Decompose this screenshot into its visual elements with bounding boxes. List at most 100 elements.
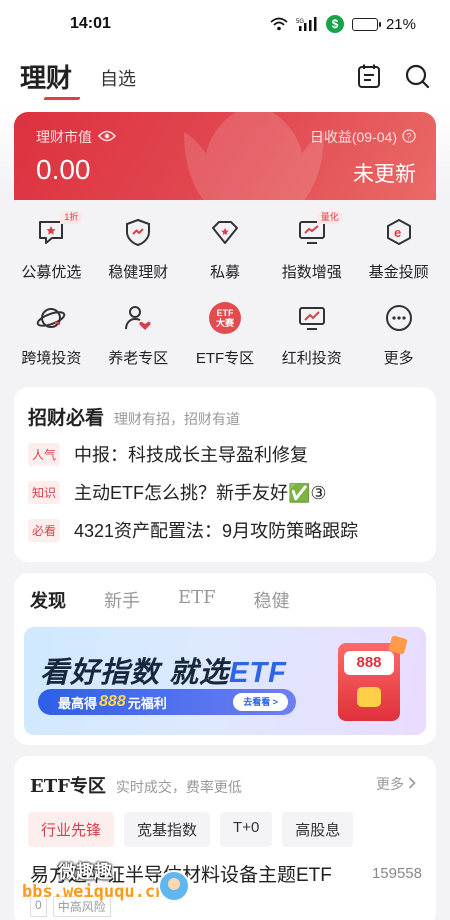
wifi-icon: [270, 17, 288, 31]
asset-value-label: 理财市值: [36, 127, 117, 147]
tip-row[interactable]: 必看 4321资产配置法：9月攻防策略跟踪: [28, 517, 358, 543]
grid-item-etf-zone[interactable]: ETF 大赛 ETF专区: [182, 291, 269, 377]
status-bar: 14:01 5G $ 21%: [0, 0, 450, 48]
tab-steady[interactable]: 稳健: [254, 587, 290, 613]
grid-item-private-fund[interactable]: 私募: [182, 205, 269, 291]
fund-code: 159558: [371, 865, 422, 882]
diamond-icon: [208, 215, 242, 249]
etf-more-link[interactable]: 更多: [376, 774, 416, 794]
etf-contest-badge: ETF 大赛: [208, 302, 241, 334]
discover-card: 发现 新手 ETF 稳健 看好指数 就选ETF 最高得 888 元福利 去看看 …: [14, 573, 436, 745]
eye-icon[interactable]: [97, 129, 117, 145]
chevron-right-icon: [408, 776, 416, 792]
tip-tag: 知识: [28, 480, 61, 504]
hexagon-e-icon: e: [382, 215, 416, 249]
etf-badge-icon: ETF 大赛: [208, 301, 242, 335]
chip-t0[interactable]: T+0: [220, 812, 273, 847]
grid-label: ETF专区: [195, 350, 255, 367]
svg-text:5G: 5G: [296, 19, 304, 25]
grid-label: 稳健理财: [108, 264, 169, 281]
banner-bar-suffix: 元福利: [127, 695, 167, 711]
grid-item-more[interactable]: 更多: [355, 291, 442, 377]
etf-zone-subtitle: 实时成交，费率更低: [115, 779, 242, 795]
discover-tabs: 发现 新手 ETF 稳健: [30, 587, 290, 613]
battery-icon: [351, 17, 381, 31]
grid-label: 私募: [209, 264, 240, 281]
coin-icon: [357, 687, 381, 707]
status-time: 14:01: [70, 15, 111, 32]
tips-subtitle: 理财有招，招财有道: [114, 411, 241, 427]
search-icon[interactable]: [404, 63, 430, 89]
calendar-list-icon[interactable]: [356, 63, 382, 89]
quant-badge: 量化: [316, 211, 343, 224]
help-icon[interactable]: ?: [402, 128, 416, 146]
watermark-url: bbs.weiququ.cn: [22, 882, 166, 902]
etf-badge-line: 大赛: [215, 318, 234, 328]
header: 理财 自选: [0, 48, 450, 104]
cellular-signal-icon: 5G: [296, 17, 318, 31]
grid-label: 红利投资: [281, 350, 342, 367]
tip-row[interactable]: 知识 主动ETF怎么挑？新手友好✅③: [28, 479, 327, 505]
promo-banner[interactable]: 看好指数 就选ETF 最高得 888 元福利 去看看 > 888: [24, 627, 426, 735]
tab-watchlist[interactable]: 自选: [100, 65, 136, 91]
banner-title-etf: ETF: [229, 657, 287, 689]
monitor-chart-icon: 量化: [295, 211, 343, 249]
tips-card: 招财必看 理财有招，招财有道 人气 中报：科技成长主导盈利修复 知识 主动ETF…: [14, 387, 436, 562]
red-packet-icon: 888: [338, 635, 408, 721]
banner-bar-prefix: 最高得: [58, 695, 98, 711]
monitor-trend-icon: [295, 301, 329, 335]
asset-card[interactable]: 理财市值 0.00 日收益(09-04) ? 未更新: [14, 112, 436, 200]
tips-title: 招财必看: [28, 407, 105, 429]
grid-label: 基金投顾: [368, 264, 429, 281]
grid-label: 更多: [383, 350, 414, 367]
mascot-icon: [158, 870, 190, 902]
tab-discover[interactable]: 发现: [30, 587, 66, 613]
etf-more-text: 更多: [376, 776, 404, 792]
chip-industry-leaders[interactable]: 行业先锋: [28, 812, 115, 847]
planet-icon: [34, 301, 68, 335]
grid-item-fund-advisory[interactable]: e 基金投顾: [355, 205, 442, 291]
shield-icon: [121, 215, 155, 249]
banner-title: 看好指数 就选ETF: [40, 649, 287, 691]
grid-item-pension[interactable]: 养老专区: [95, 291, 182, 377]
tips-header: 招财必看 理财有招，招财有道: [28, 403, 240, 430]
grid-label: 养老专区: [108, 350, 169, 367]
tip-row[interactable]: 人气 中报：科技成长主导盈利修复: [28, 441, 308, 467]
etf-category-chips: 行业先锋 宽基指数 T+0 高股息: [28, 812, 354, 847]
watermark: 微趣趣 bbs.weiququ.cn: [0, 858, 200, 920]
etf-zone-header: ETF专区 实时成交，费率更低: [30, 772, 242, 798]
tip-text: 主动ETF怎么挑？新手友好✅③: [74, 483, 327, 503]
more-dots-icon: [382, 301, 416, 335]
svg-text:?: ?: [406, 131, 411, 141]
grid-item-cross-border[interactable]: 跨境投资: [8, 291, 95, 377]
banner-bar-number: 888: [99, 693, 126, 710]
asset-label-text: 理财市值: [36, 129, 92, 145]
tip-tag: 必看: [28, 518, 61, 542]
chip-broad-index[interactable]: 宽基指数: [124, 812, 211, 847]
watermark-title: 微趣趣: [58, 862, 112, 882]
tab-beginner[interactable]: 新手: [104, 587, 140, 613]
tab-etf[interactable]: ETF: [178, 587, 216, 613]
grid-item-steady-finance[interactable]: 稳健理财: [95, 205, 182, 291]
grid-item-dividend[interactable]: 红利投资: [268, 291, 355, 377]
header-actions: [356, 63, 430, 89]
discount-badge: 1折: [60, 211, 83, 224]
grid-label: 跨境投资: [21, 350, 82, 367]
red-packet-number: 888: [344, 651, 394, 675]
banner-title-text: 看好指数 就选: [40, 657, 230, 689]
tip-tag: 人气: [28, 442, 61, 466]
daily-return-text: 日收益(09-04): [309, 129, 397, 145]
etf-zone-title: ETF专区: [30, 776, 106, 797]
etf-badge-line: ETF: [216, 308, 234, 318]
banner-go-button[interactable]: 去看看 >: [233, 693, 288, 711]
grid-item-index-enhanced[interactable]: 量化 指数增强: [268, 205, 355, 291]
grid-label: 公募优选: [21, 264, 82, 281]
banner-reward-bar: 最高得 888 元福利 去看看 >: [38, 689, 296, 715]
status-indicators: 5G $ 21%: [270, 15, 416, 33]
grid-item-public-funds[interactable]: 1折 公募优选: [8, 205, 95, 291]
flower-decoration-icon: [184, 112, 324, 200]
quick-entry-grid: 1折 公募优选 稳健理财 私募 量化 指数增强 e 基金投顾 跨境投资 养老专区…: [0, 205, 450, 377]
daily-return-status: 未更新: [353, 163, 416, 186]
battery-percent: 21%: [385, 15, 416, 33]
chip-high-dividend[interactable]: 高股息: [282, 812, 354, 847]
